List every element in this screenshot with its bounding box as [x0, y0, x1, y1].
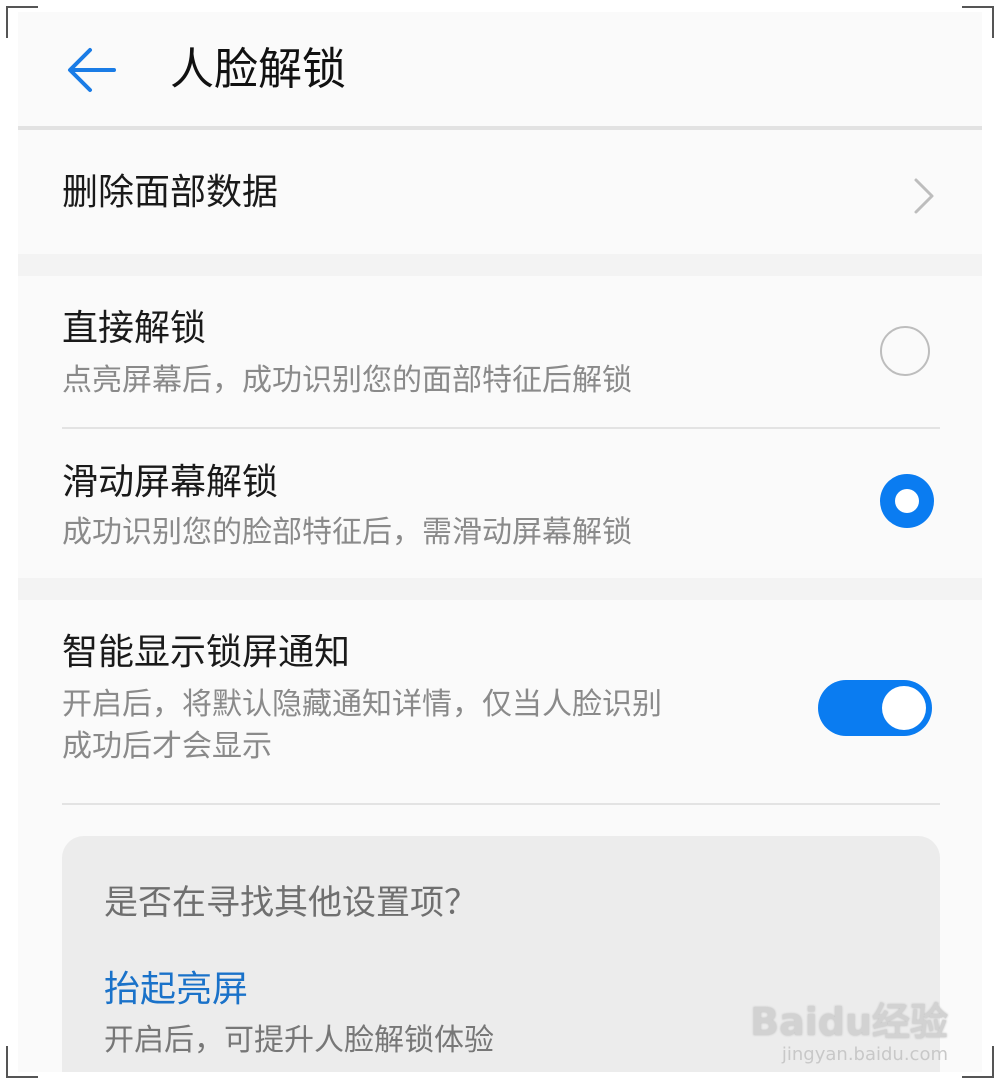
smart-notification-item[interactable]: 智能显示锁屏通知 开启后，将默认隐藏通知详情，仅当人脸识别 成功后才会显示	[18, 600, 982, 790]
direct-unlock-subtitle: 点亮屏幕后，成功识别您的面部特征后解锁	[62, 363, 632, 398]
delete-face-data-item[interactable]: 删除面部数据	[18, 130, 982, 254]
swipe-unlock-option[interactable]: 滑动屏幕解锁 成功识别您的脸部特征后，需滑动屏幕解锁	[18, 428, 982, 578]
raise-to-wake-subtitle: 开启后，可提升人脸解锁体验	[104, 1023, 494, 1058]
swipe-unlock-title: 滑动屏幕解锁	[62, 462, 279, 503]
page-title: 人脸解锁	[170, 44, 346, 95]
suggestion-question: 是否在寻找其他设置项？	[104, 883, 478, 923]
radio-selected-dot	[895, 489, 919, 513]
app-header: 人脸解锁	[18, 12, 982, 130]
watermark-url: jingyan.baidu.com	[781, 1044, 948, 1065]
chevron-right-icon	[914, 178, 934, 214]
settings-screen: 人脸解锁 删除面部数据 直接解锁 点亮屏幕后，成功识别您的面部特征后解锁 滑动屏…	[18, 12, 982, 1072]
raise-to-wake-link[interactable]: 抬起亮屏	[104, 966, 248, 1014]
direct-unlock-radio[interactable]	[880, 326, 930, 376]
watermark-logo: Baidu经验	[750, 1000, 948, 1044]
smart-notification-subtitle-line2: 成功后才会显示	[62, 729, 272, 764]
baidu-watermark: Baidu经验 jingyan.baidu.com	[750, 1000, 948, 1066]
smart-notification-subtitle-line1: 开启后，将默认隐藏通知详情，仅当人脸识别	[62, 687, 662, 722]
back-button[interactable]	[60, 38, 124, 102]
unlock-mode-group: 直接解锁 点亮屏幕后，成功识别您的面部特征后解锁 滑动屏幕解锁 成功识别您的脸部…	[18, 276, 982, 578]
direct-unlock-option[interactable]: 直接解锁 点亮屏幕后，成功识别您的面部特征后解锁	[18, 276, 982, 426]
divider	[62, 803, 940, 805]
swipe-unlock-subtitle: 成功识别您的脸部特征后，需滑动屏幕解锁	[62, 515, 632, 550]
smart-notification-title: 智能显示锁屏通知	[62, 632, 351, 673]
arrow-left-icon	[68, 48, 116, 92]
delete-face-data-label: 删除面部数据	[62, 172, 279, 213]
smart-notification-toggle[interactable]	[818, 680, 932, 736]
swipe-unlock-radio[interactable]	[880, 474, 934, 528]
toggle-knob	[882, 686, 926, 730]
direct-unlock-title: 直接解锁	[62, 308, 207, 349]
